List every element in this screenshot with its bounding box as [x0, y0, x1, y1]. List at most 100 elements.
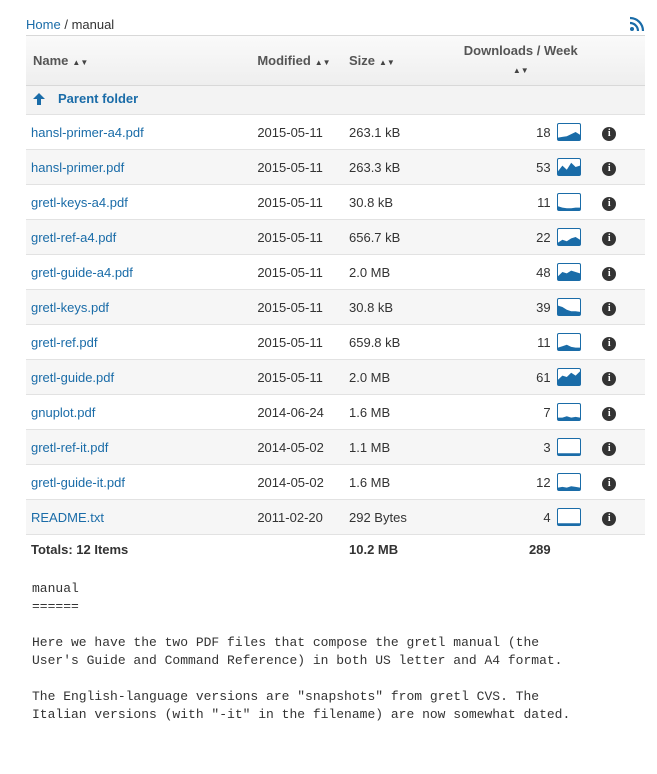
info-icon[interactable]: i	[602, 476, 617, 491]
readme-paragraph-line: Italian versions (with "-it" in the file…	[32, 707, 571, 722]
table-row: gretl-keys-a4.pdf 2015-05-11 30.8 kB 11 i	[26, 184, 645, 220]
modified-date: 2015-05-11	[257, 289, 349, 325]
download-count: 61	[455, 359, 557, 395]
info-icon[interactable]: i	[602, 126, 617, 141]
info-icon[interactable]: i	[602, 371, 617, 386]
column-header-size[interactable]: Size ▲▼	[349, 35, 456, 86]
sort-arrows-icon: ▲▼	[314, 58, 331, 67]
info-icon[interactable]: i	[602, 161, 617, 176]
file-size: 292 Bytes	[349, 499, 456, 535]
file-size: 659.8 kB	[349, 324, 456, 360]
parent-folder-link[interactable]: Parent folder	[58, 91, 138, 106]
breadcrumb-separator: /	[64, 17, 68, 32]
download-count: 3	[455, 429, 557, 465]
download-sparkline-icon[interactable]	[556, 438, 581, 456]
file-link[interactable]: gretl-ref-a4.pdf	[31, 230, 116, 245]
file-link[interactable]: gnuplot.pdf	[31, 405, 95, 420]
table-row: gretl-keys.pdf 2015-05-11 30.8 kB 39 i	[26, 289, 645, 325]
download-count: 22	[455, 219, 557, 255]
modified-date: 2015-05-11	[257, 149, 349, 185]
info-icon[interactable]: i	[602, 406, 617, 421]
info-icon[interactable]: i	[602, 231, 617, 246]
file-size: 1.6 MB	[349, 394, 456, 430]
modified-date: 2015-05-11	[257, 114, 349, 150]
file-size: 263.1 kB	[349, 114, 456, 150]
readme-paragraph-line: Here we have the two PDF files that comp…	[32, 635, 540, 650]
totals-size: 10.2 MB	[349, 541, 399, 557]
totals-label: Totals: 12 Items	[31, 541, 129, 557]
readme-title: manual	[32, 581, 79, 596]
rss-feed-icon[interactable]	[629, 16, 645, 32]
file-link[interactable]: gretl-ref-it.pdf	[31, 440, 108, 455]
download-count: 48	[455, 254, 557, 290]
modified-date: 2015-05-11	[257, 324, 349, 360]
column-header-info	[585, 35, 645, 86]
column-header-modified[interactable]: Modified ▲▼	[257, 35, 349, 86]
file-link[interactable]: gretl-ref.pdf	[31, 335, 97, 350]
download-sparkline-icon[interactable]	[556, 158, 581, 176]
download-count: 53	[455, 149, 557, 185]
parent-folder-row[interactable]: Parent folder	[26, 85, 645, 115]
file-size: 263.3 kB	[349, 149, 456, 185]
table-row: gretl-guide.pdf 2015-05-11 2.0 MB 61 i	[26, 359, 645, 395]
modified-date: 2014-05-02	[257, 464, 349, 500]
download-count: 4	[455, 499, 557, 535]
modified-date: 2014-05-02	[257, 429, 349, 465]
download-sparkline-icon[interactable]	[556, 228, 581, 246]
table-header-row: Name ▲▼ Modified ▲▼ Size ▲▼ Downloads / Wee…	[26, 35, 645, 86]
download-sparkline-icon[interactable]	[556, 473, 581, 491]
file-size: 656.7 kB	[349, 219, 456, 255]
readme-underline: ======	[32, 599, 79, 614]
download-count: 12	[455, 464, 557, 500]
table-row: gretl-ref-it.pdf 2014-05-02 1.1 MB 3 i	[26, 429, 645, 465]
download-sparkline-icon[interactable]	[556, 368, 581, 386]
modified-date: 2015-05-11	[257, 184, 349, 220]
readme-text: manual ====== Here we have the two PDF f…	[32, 580, 570, 724]
column-header-downloads[interactable]: Downloads / Week ▲▼	[455, 35, 586, 86]
file-link[interactable]: gretl-keys.pdf	[31, 300, 109, 315]
column-header-name[interactable]: Name ▲▼	[26, 35, 258, 86]
info-icon[interactable]: i	[602, 266, 617, 281]
table-row: hansl-primer-a4.pdf 2015-05-11 263.1 kB 18 i	[26, 114, 645, 150]
file-size: 30.8 kB	[349, 289, 456, 325]
download-sparkline-icon[interactable]	[556, 403, 581, 421]
download-sparkline-icon[interactable]	[556, 123, 581, 141]
download-count: 11	[455, 184, 557, 220]
file-link[interactable]: gretl-guide-it.pdf	[31, 475, 125, 490]
download-sparkline-icon[interactable]	[556, 298, 581, 316]
arrow-up-icon	[32, 92, 46, 109]
download-sparkline-icon[interactable]	[556, 508, 581, 526]
info-icon[interactable]: i	[602, 511, 617, 526]
breadcrumb-home-link[interactable]: Home	[26, 17, 61, 32]
modified-date: 2014-06-24	[257, 394, 349, 430]
readme-paragraph-line: The English-language versions are "snaps…	[32, 689, 540, 704]
file-link[interactable]: gretl-keys-a4.pdf	[31, 195, 128, 210]
file-link[interactable]: README.txt	[31, 510, 104, 525]
file-link[interactable]: gretl-guide-a4.pdf	[31, 265, 133, 280]
file-size: 30.8 kB	[349, 184, 456, 220]
file-size: 1.6 MB	[349, 464, 456, 500]
readme-paragraph-line: User's Guide and Command Reference) in b…	[32, 653, 563, 668]
modified-date: 2015-05-11	[257, 219, 349, 255]
file-link[interactable]: hansl-primer.pdf	[31, 160, 124, 175]
file-link[interactable]: gretl-guide.pdf	[31, 370, 114, 385]
table-row: gretl-ref.pdf 2015-05-11 659.8 kB 11 i	[26, 324, 645, 360]
file-size: 2.0 MB	[349, 359, 456, 395]
modified-date: 2015-05-11	[257, 254, 349, 290]
info-icon[interactable]: i	[602, 301, 617, 316]
table-row: gnuplot.pdf 2014-06-24 1.6 MB 7 i	[26, 394, 645, 430]
totals-downloads: 289	[528, 541, 551, 557]
info-icon[interactable]: i	[602, 196, 617, 211]
file-listing-table: Name ▲▼ Modified ▲▼ Size ▲▼ Downloads / Wee…	[26, 35, 645, 564]
download-count: 7	[455, 394, 557, 430]
info-icon[interactable]: i	[602, 441, 617, 456]
download-sparkline-icon[interactable]	[556, 263, 581, 281]
download-sparkline-icon[interactable]	[556, 193, 581, 211]
file-size: 1.1 MB	[349, 429, 456, 465]
table-row: gretl-ref-a4.pdf 2015-05-11 656.7 kB 22 i	[26, 219, 645, 255]
modified-date: 2011-02-20	[257, 499, 349, 535]
file-link[interactable]: hansl-primer-a4.pdf	[31, 125, 144, 140]
file-size: 2.0 MB	[349, 254, 456, 290]
info-icon[interactable]: i	[602, 336, 617, 351]
download-sparkline-icon[interactable]	[556, 333, 581, 351]
